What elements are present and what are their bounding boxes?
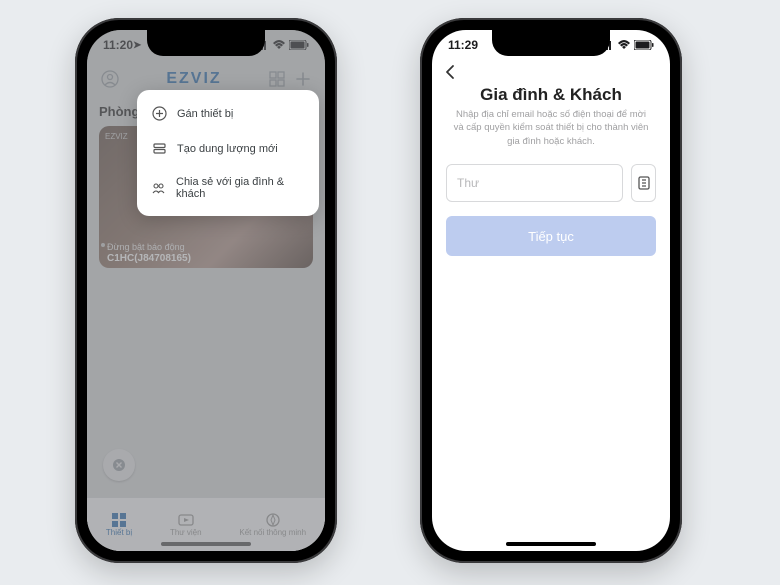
menu-item-label: Gán thiết bị [177, 108, 233, 120]
contacts-button[interactable] [631, 164, 656, 202]
share-people-icon [151, 181, 166, 196]
menu-item-new-storage[interactable]: Tạo dung lượng mới [137, 131, 319, 166]
input-row [446, 164, 656, 202]
screen-left: 11:20 ➤ EZVIZ Phòng khác [87, 30, 325, 551]
chevron-left-icon [444, 64, 456, 80]
add-menu-dropdown: Gán thiết bị Tạo dung lượng mới Chia sẻ … [137, 90, 319, 216]
email-input[interactable] [446, 164, 623, 202]
notch [147, 30, 265, 56]
back-button[interactable] [444, 64, 456, 80]
status-time: 11:29 [448, 38, 478, 52]
continue-button[interactable]: Tiếp tục [446, 216, 656, 256]
menu-item-label: Tạo dung lượng mới [177, 143, 278, 155]
notch [492, 30, 610, 56]
phone-frame-left: 11:20 ➤ EZVIZ Phòng khác [75, 18, 337, 563]
plus-circle-icon [151, 106, 167, 121]
wifi-icon [617, 40, 631, 50]
home-indicator[interactable] [506, 542, 596, 546]
page-subtitle: Nhập địa chỉ email hoặc số điện thoại để… [452, 108, 650, 148]
phone-frame-right: 11:29 Gia đình & Khách Nhập địa chỉ emai… [420, 18, 682, 563]
contacts-icon [636, 175, 652, 191]
page-title: Gia đình & Khách [432, 85, 670, 105]
battery-icon [634, 40, 654, 50]
continue-label: Tiếp tục [528, 229, 574, 244]
screen-right: 11:29 Gia đình & Khách Nhập địa chỉ emai… [432, 30, 670, 551]
stack-icon [151, 141, 167, 156]
menu-item-share[interactable]: Chia sẻ với gia đình & khách [137, 166, 319, 210]
menu-item-label: Chia sẻ với gia đình & khách [176, 176, 305, 200]
menu-item-add-device[interactable]: Gán thiết bị [137, 96, 319, 131]
